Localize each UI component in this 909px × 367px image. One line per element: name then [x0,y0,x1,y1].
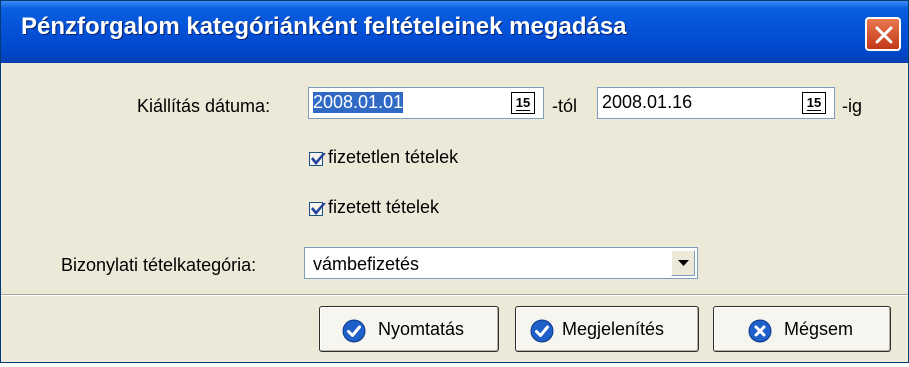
calendar-to-button[interactable]: 15 [802,92,826,114]
date-from-value: 2008.01.01 [313,92,404,113]
display-label: Megjelenítés [562,319,665,339]
checkmark-icon [311,153,326,165]
unpaid-checkbox[interactable] [309,152,326,166]
paid-label[interactable]: fizetett tételek [328,197,439,218]
cancel-button[interactable]: Mégsem [713,306,891,352]
cancel-label: Mégsem [784,319,854,339]
date-from-input[interactable]: 2008.01.01 15 [308,87,544,119]
print-button[interactable]: Nyomtatás [319,306,499,352]
category-select[interactable]: vámbefizetés [304,247,698,279]
category-value: vámbefizetés [313,254,420,274]
checkmark-icon [311,203,326,215]
calendar-from-button[interactable]: 15 [511,92,535,114]
issue-date-label: Kiállítás dátuma: [137,96,271,116]
close-icon [875,26,893,44]
chevron-down-icon [678,260,689,266]
calendar-icon: 15 [515,95,531,111]
paid-checkbox[interactable] [309,202,326,216]
date-to-input[interactable]: 2008.01.16 15 [597,87,835,119]
close-button[interactable] [865,17,901,51]
checkmark-icon [342,319,366,343]
category-label: Bizonylati tételkategória: [61,255,257,275]
dialog-window: Pénzforgalom kategóriánként feltételeine… [0,0,909,363]
checkmark-icon [530,319,554,343]
separator [1,294,908,296]
date-to-value: 2008.01.16 [602,92,693,112]
to-suffix: -ig [842,96,863,116]
calendar-icon: 15 [806,95,822,111]
window-title: Pénzforgalom kategóriánként feltételeine… [21,13,627,40]
cancel-icon [748,319,772,343]
dropdown-button[interactable] [671,250,695,276]
from-suffix: -tól [552,96,578,116]
title-bar[interactable]: Pénzforgalom kategóriánként feltételeine… [1,1,908,63]
unpaid-label[interactable]: fizetetlen tételek [328,147,458,168]
display-button[interactable]: Megjelenítés [515,306,699,352]
print-label: Nyomtatás [378,319,465,339]
